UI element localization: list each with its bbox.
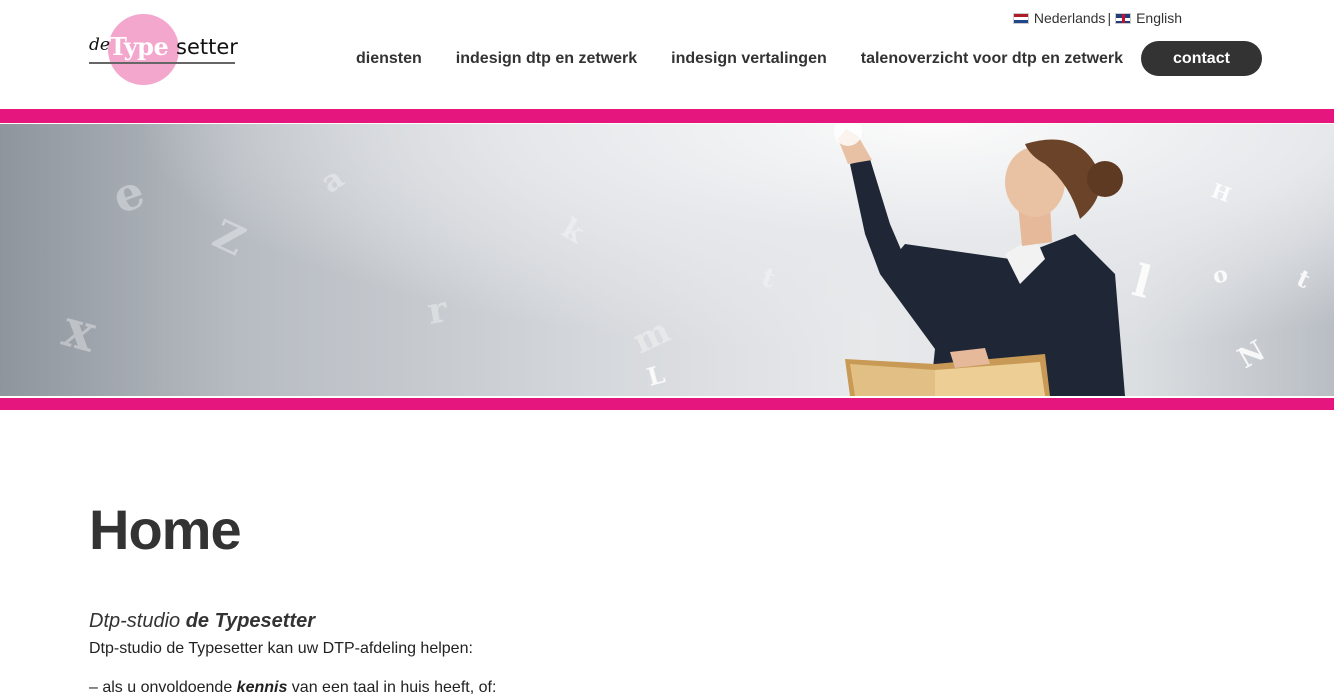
logo-text-setter: setter (176, 35, 238, 59)
svg-text:a: a (315, 161, 351, 201)
banner-illustration: e Z a x r k m t H l o t N N R L (57, 124, 1315, 396)
flag-uk-icon (1115, 12, 1132, 24)
bullet-paragraph: – als u onvoldoende kennis van een taal … (89, 679, 496, 695)
svg-text:o: o (1210, 261, 1231, 290)
nav-item-indesign-dtp[interactable]: indesign dtp en zetwerk (439, 42, 654, 76)
svg-text:t: t (758, 262, 780, 294)
page-title: Home (89, 498, 242, 561)
nav-item-talenoverzicht[interactable]: talenoverzicht voor dtp en zetwerk (844, 42, 1140, 76)
section-subheading: Dtp-studio de Typesetter (89, 610, 315, 633)
logo[interactable]: de Type setter (89, 13, 239, 87)
contact-button[interactable]: contact (1141, 41, 1262, 76)
nav-item-indesign-vertalingen[interactable]: indesign vertalingen (654, 42, 844, 76)
accent-bar-top (0, 109, 1334, 123)
site-header: de Type setter Nederlands | English dien… (0, 0, 1334, 109)
svg-text:H: H (1208, 178, 1234, 207)
language-option-en[interactable]: English (1115, 10, 1182, 26)
language-switcher: Nederlands | English (1012, 10, 1182, 26)
svg-text:t: t (1292, 263, 1314, 294)
svg-text:Z: Z (206, 210, 252, 265)
flag-nl-icon (1012, 12, 1029, 24)
language-label-nl: Nederlands (1033, 10, 1106, 26)
svg-text:L: L (644, 359, 668, 391)
logo-text-type: Type (109, 32, 169, 61)
subheading-prefix: Dtp-studio (89, 610, 186, 632)
accent-bar-bottom (0, 398, 1334, 410)
nav-item-diensten[interactable]: diensten (339, 42, 439, 76)
logo-rule (89, 62, 235, 64)
svg-text:N: N (1232, 334, 1271, 375)
hero-banner-image: e Z a x r k m t H l o t N N R L (0, 124, 1334, 396)
svg-text:k: k (557, 211, 591, 250)
svg-text:l: l (1127, 255, 1156, 309)
language-separator: | (1107, 10, 1112, 26)
bullet-prefix: – als u onvoldoende (89, 679, 237, 695)
bullet-suffix: van een taal in huis heeft, of: (287, 679, 497, 695)
intro-paragraph: Dtp-studio de Typesetter kan uw DTP-afde… (89, 640, 473, 657)
logo-text-de: de (89, 35, 110, 55)
bullet-emphasis: kennis (236, 679, 288, 695)
svg-text:r: r (424, 288, 451, 333)
subheading-bold: de Typesetter (185, 610, 316, 632)
language-label-en: English (1136, 10, 1182, 26)
main-nav: diensten indesign dtp en zetwerk indesig… (339, 41, 1262, 76)
svg-text:e: e (105, 164, 151, 225)
svg-text:x: x (57, 298, 104, 365)
svg-text:m: m (627, 311, 677, 362)
language-option-nl[interactable]: Nederlands (1012, 10, 1106, 26)
